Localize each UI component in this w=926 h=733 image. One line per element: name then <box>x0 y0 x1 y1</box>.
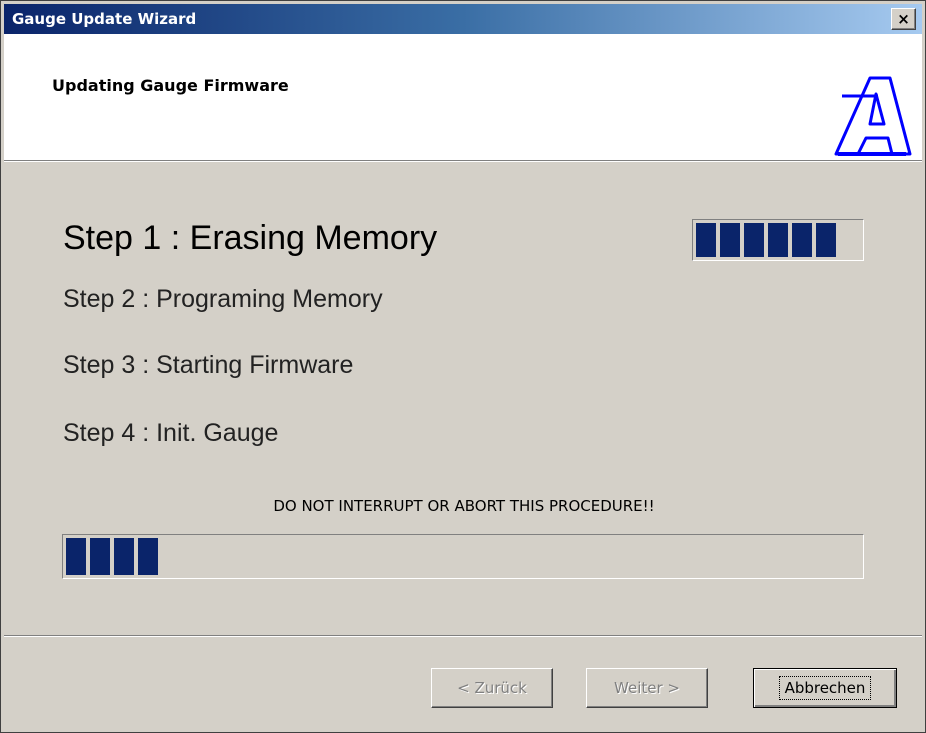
progress-segment <box>696 223 716 257</box>
warning-text: DO NOT INTERRUPT OR ABORT THIS PROCEDURE… <box>273 497 655 515</box>
step-1-label: Step 1 : Erasing Memory <box>63 219 438 257</box>
step-4-label: Step 4 : Init. Gauge <box>63 419 279 447</box>
next-button[interactable]: Weiter > <box>586 668 708 708</box>
progress-segment <box>768 223 788 257</box>
progress-segment <box>114 538 134 575</box>
cancel-button[interactable]: Abbrechen <box>753 668 897 708</box>
step-2-label: Step 2 : Programing Memory <box>63 285 383 313</box>
back-button-label: < Zurück <box>457 679 527 697</box>
close-icon: × <box>897 10 910 28</box>
progress-segment <box>744 223 764 257</box>
cancel-button-label: Abbrechen <box>778 676 872 700</box>
progress-segment <box>792 223 812 257</box>
step-3-label: Step 3 : Starting Firmware <box>63 351 354 379</box>
title-bar[interactable]: Gauge Update Wizard × <box>4 4 922 34</box>
company-logo-icon <box>834 76 912 156</box>
back-button[interactable]: < Zurück <box>431 668 553 708</box>
wizard-header: Updating Gauge Firmware <box>4 34 922 161</box>
step-progress-bar <box>692 219 864 261</box>
page-title: Updating Gauge Firmware <box>52 76 289 95</box>
window-title: Gauge Update Wizard <box>12 10 197 28</box>
progress-segment <box>90 538 110 575</box>
header-separator <box>4 161 922 162</box>
footer-divider <box>4 635 922 637</box>
close-button[interactable]: × <box>891 8 916 30</box>
overall-progress-bar <box>62 534 864 579</box>
progress-segment <box>138 538 158 575</box>
wizard-window: Gauge Update Wizard × Updating Gauge Fir… <box>0 0 926 733</box>
progress-segment <box>816 223 836 257</box>
progress-segment <box>66 538 86 575</box>
progress-segment <box>720 223 740 257</box>
next-button-label: Weiter > <box>614 679 680 697</box>
